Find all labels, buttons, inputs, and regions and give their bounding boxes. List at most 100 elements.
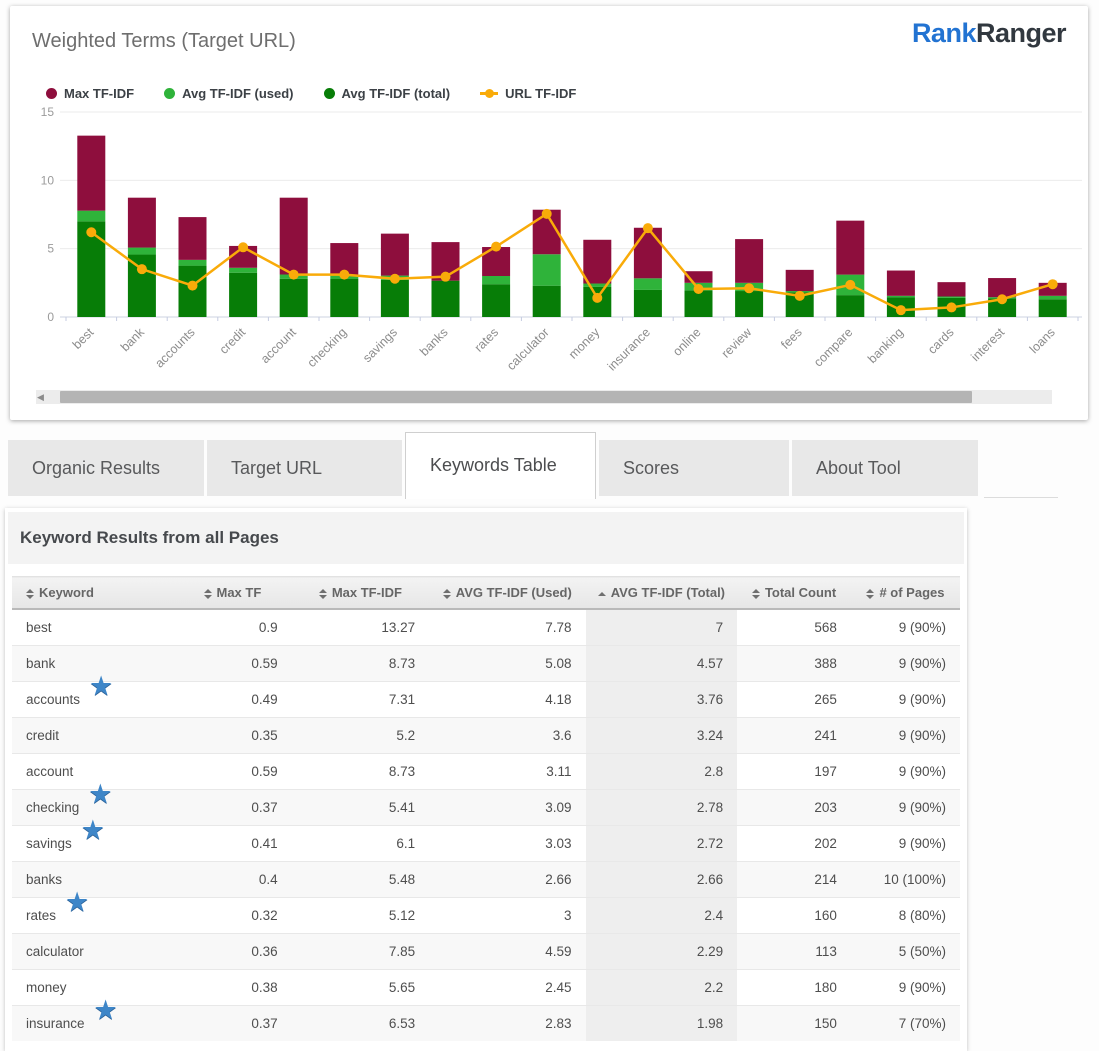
bar-avg-used (482, 276, 510, 284)
scrollbar-thumb[interactable] (60, 391, 972, 403)
pages-cell: 9 (90%) (851, 754, 960, 790)
star-icon[interactable]: ★ (88, 779, 112, 809)
x-axis-label: interest (968, 325, 1007, 364)
keyword-label: account (26, 764, 73, 779)
tab-organic-results[interactable]: Organic Results (8, 440, 204, 496)
column-header--of-pages[interactable]: # of Pages (851, 577, 960, 610)
chart-horizontal-scrollbar[interactable]: ◀ (36, 390, 1052, 404)
url-tfidf-point (845, 280, 855, 290)
max-tfidf-cell: 7.31 (292, 682, 429, 718)
sort-both-icon (26, 589, 34, 599)
sort-both-icon (204, 589, 212, 599)
logo-ranger: Ranger (976, 18, 1066, 48)
avg-used-cell: 3.09 (429, 790, 585, 826)
keyword-label: banks (26, 872, 62, 887)
panel-heading: Keyword Results from all Pages (8, 512, 964, 564)
star-icon[interactable]: ★ (81, 815, 105, 845)
star-icon[interactable]: ★ (89, 671, 113, 701)
table-row[interactable]: accounts★0.497.314.183.762659 (90%) (12, 682, 960, 718)
tab-about-tool[interactable]: About Tool (792, 440, 978, 496)
legend-item[interactable]: Avg TF-IDF (used) (164, 86, 293, 101)
keyword-label: credit (26, 728, 59, 743)
legend-item[interactable]: URL TF-IDF (480, 86, 576, 101)
star-icon[interactable]: ★ (65, 887, 89, 917)
legend-item[interactable]: Avg TF-IDF (total) (324, 86, 451, 101)
max-tfidf-cell: 6.53 (292, 1006, 429, 1042)
x-axis-label: credit (217, 325, 249, 357)
url-tfidf-point (339, 270, 349, 280)
bar-avg-used (887, 296, 915, 297)
keyword-label: checking (26, 800, 79, 815)
column-header-max-tf[interactable]: Max TF (173, 577, 292, 610)
total-count-cell: 214 (737, 862, 851, 898)
column-header-avg-tf-idf-total-[interactable]: AVG TF-IDF (Total) (586, 577, 738, 610)
table-body: best0.913.277.7875689 (90%)bank0.598.735… (12, 609, 960, 1041)
bar-max-tfidf (179, 217, 207, 260)
url-tfidf-point (947, 302, 957, 312)
tab-keywords-table[interactable]: Keywords Table (405, 432, 596, 499)
star-icon[interactable]: ★ (94, 995, 118, 1025)
column-header-max-tf-idf[interactable]: Max TF-IDF (292, 577, 429, 610)
table-row[interactable]: money0.385.652.452.21809 (90%) (12, 970, 960, 1006)
scroll-left-arrow-icon[interactable]: ◀ (37, 391, 44, 403)
column-header-keyword[interactable]: Keyword (12, 577, 173, 610)
avg-used-cell: 2.45 (429, 970, 585, 1006)
column-header-avg-tf-idf-used-[interactable]: AVG TF-IDF (Used) (429, 577, 585, 610)
bar-avg-total (1039, 299, 1067, 317)
weighted-terms-card: Weighted Terms (Target URL) RankRanger M… (10, 6, 1088, 420)
table-row[interactable]: rates★0.325.1232.41608 (80%) (12, 898, 960, 934)
x-axis-label: account (258, 325, 299, 366)
avg-total-cell: 3.76 (586, 682, 738, 718)
url-tfidf-point (188, 281, 198, 291)
bar-max-tfidf (887, 271, 915, 296)
avg-total-cell: 2.4 (586, 898, 738, 934)
keyword-label: bank (26, 656, 55, 671)
column-label: Total Count (765, 585, 836, 600)
x-axis-label: rates (472, 325, 502, 355)
table-row[interactable]: bank0.598.735.084.573889 (90%) (12, 646, 960, 682)
pages-cell: 7 (70%) (851, 1006, 960, 1042)
bar-avg-used (1039, 296, 1067, 299)
x-axis-label: money (566, 325, 603, 362)
bar-max-tfidf (786, 270, 814, 291)
legend-item[interactable]: Max TF-IDF (46, 86, 134, 101)
table-row[interactable]: credit0.355.23.63.242419 (90%) (12, 718, 960, 754)
max-tf-cell: 0.38 (173, 970, 292, 1006)
column-label: AVG TF-IDF (Used) (456, 585, 572, 600)
tab-target-url[interactable]: Target URL (207, 440, 402, 496)
url-tfidf-point (896, 305, 906, 315)
url-tfidf-point (997, 294, 1007, 304)
table-row[interactable]: savings★0.416.13.032.722029 (90%) (12, 826, 960, 862)
table-row[interactable]: checking★0.375.413.092.782039 (90%) (12, 790, 960, 826)
max-tf-cell: 0.59 (173, 754, 292, 790)
max-tfidf-cell: 6.1 (292, 826, 429, 862)
url-tfidf-point (744, 283, 754, 293)
max-tfidf-cell: 5.65 (292, 970, 429, 1006)
table-row[interactable]: best0.913.277.7875689 (90%) (12, 609, 960, 646)
table-row[interactable]: banks0.45.482.662.6621410 (100%) (12, 862, 960, 898)
column-label: Max TF (217, 585, 262, 600)
x-axis-label: online (670, 325, 704, 359)
url-tfidf-point (238, 242, 248, 252)
total-count-cell: 150 (737, 1006, 851, 1042)
tab-scores[interactable]: Scores (599, 440, 789, 496)
column-header-total-count[interactable]: Total Count (737, 577, 851, 610)
sort-both-icon (319, 589, 327, 599)
total-count-cell: 265 (737, 682, 851, 718)
x-axis-label: savings (360, 325, 400, 365)
table-row[interactable]: account0.598.733.112.81979 (90%) (12, 754, 960, 790)
pages-cell: 9 (90%) (851, 718, 960, 754)
bar-avg-total (381, 280, 409, 317)
bar-avg-total (179, 266, 207, 317)
table-row[interactable]: calculator0.367.854.592.291135 (50%) (12, 934, 960, 970)
y-axis-tick-label: 15 (41, 105, 55, 119)
bar-max-tfidf (128, 198, 156, 248)
max-tfidf-cell: 8.73 (292, 646, 429, 682)
avg-used-cell: 4.59 (429, 934, 585, 970)
url-tfidf-point (694, 284, 704, 294)
bar-avg-total (685, 290, 713, 317)
chart-title: Weighted Terms (Target URL) (32, 30, 296, 53)
rankranger-logo: RankRanger (912, 18, 1066, 49)
table-row[interactable]: insurance★0.376.532.831.981507 (70%) (12, 1006, 960, 1042)
pages-cell: 9 (90%) (851, 682, 960, 718)
